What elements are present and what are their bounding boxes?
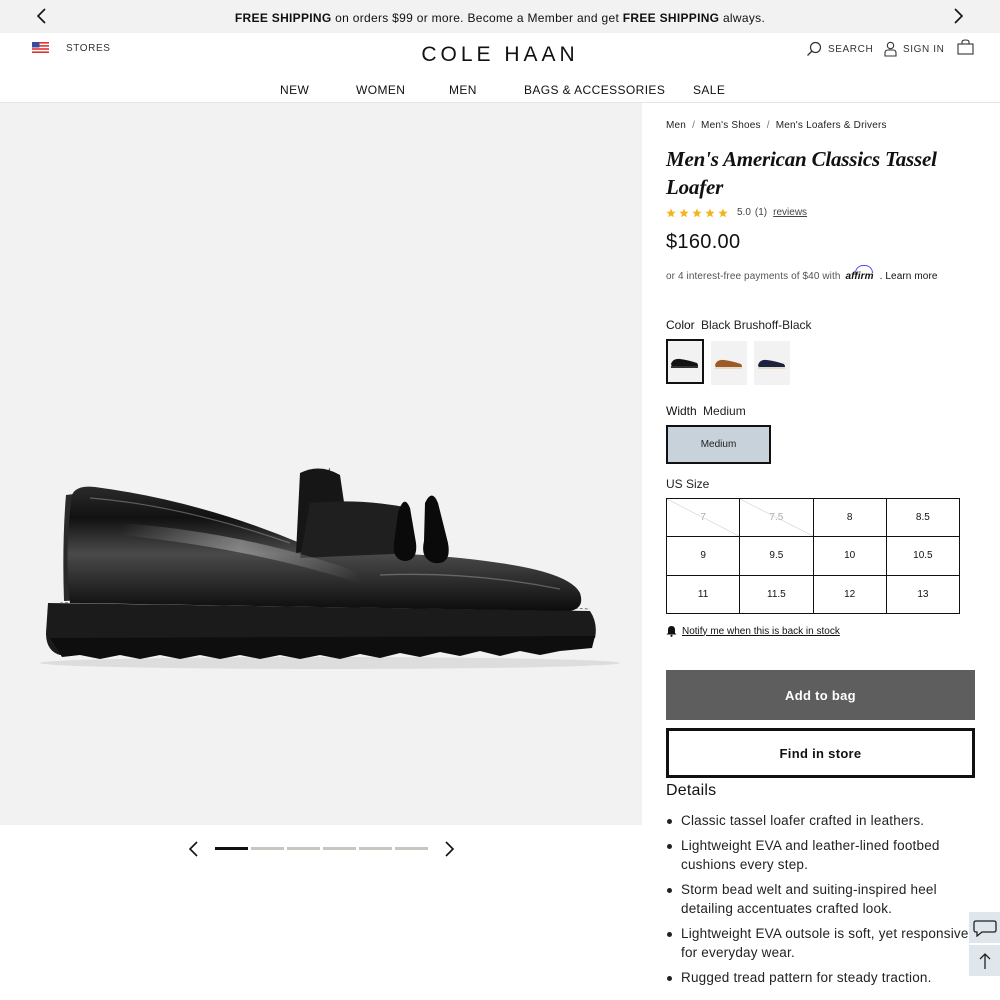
carousel-prev-icon[interactable] (185, 840, 203, 858)
shopping-bag-icon (957, 39, 974, 55)
details-list: Classic tassel loafer crafted in leather… (666, 811, 976, 992)
affirm-text: or 4 interest-free payments of $40 with (666, 271, 841, 282)
bag-button[interactable] (957, 39, 974, 55)
product-title: Men's American Classics Tassel Loafer (666, 147, 937, 199)
main-nav: NEW WOMEN MEN BAGS & ACCESSORIES SALE (0, 83, 1000, 99)
rating-count: (1) (754, 207, 768, 218)
details-item: Rugged tread pattern for steady traction… (666, 968, 976, 988)
black-loafer-thumbnail (671, 358, 698, 368)
notify-back-in-stock[interactable]: Notify me when this is back in stock (666, 625, 840, 637)
nav-item-sale[interactable]: SALE (693, 83, 725, 97)
size-option[interactable]: 9.5 (740, 537, 814, 576)
carousel-dot[interactable] (359, 847, 392, 850)
swatch-black[interactable] (666, 339, 704, 384)
star-icon (692, 208, 702, 217)
size-option[interactable]: 13 (886, 575, 960, 614)
promo-bar: FREE SHIPPING on orders $99 or more. Bec… (0, 0, 1000, 33)
star-icon (679, 208, 689, 217)
carousel-dot[interactable] (215, 847, 248, 850)
carousel-dot[interactable] (323, 847, 356, 850)
chevron-right-icon[interactable] (948, 6, 968, 26)
product-price: $160.00 (666, 231, 741, 253)
nav-item-new[interactable]: NEW (280, 83, 309, 97)
search-label: SEARCH (828, 43, 874, 55)
chat-bubble-icon (972, 919, 997, 937)
nav-item-bags-accessories[interactable]: BAGS & ACCESSORIES (524, 83, 665, 97)
details-item: Lightweight EVA outsole is soft, yet res… (666, 924, 976, 963)
swatch-navy[interactable] (754, 341, 790, 385)
notify-label: Notify me when this is back in stock (682, 625, 840, 637)
breadcrumb: Men / Men's Shoes / Men's Loafers & Drivers (666, 120, 887, 131)
nav-item-men[interactable]: MEN (449, 83, 477, 97)
details-heading: Details (666, 782, 717, 799)
tan-loafer-thumbnail (715, 359, 742, 369)
affirm-message: or 4 interest-free payments of $40 with … (666, 265, 938, 282)
affirm-learn-more-link[interactable]: . Learn more (880, 271, 938, 282)
width-label: Width Medium (666, 404, 746, 418)
carousel-dot[interactable] (395, 847, 428, 850)
affirm-logo: affirm (845, 265, 874, 282)
size-option[interactable]: 11.5 (740, 575, 814, 614)
color-swatches (666, 339, 790, 385)
promo-message[interactable]: FREE SHIPPING on orders $99 or more. Bec… (0, 11, 1000, 25)
bell-icon (666, 626, 677, 637)
chat-button[interactable] (969, 912, 1000, 943)
back-to-top-button[interactable] (969, 945, 1000, 976)
width-value: Medium (703, 404, 746, 418)
size-label: US Size (666, 477, 710, 491)
swatch-tan[interactable] (711, 341, 747, 385)
breadcrumb-mens-shoes[interactable]: Men's Shoes (701, 120, 761, 131)
search-icon (807, 41, 822, 56)
size-grid: 7 7.5 8 8.5 9 9.5 10 10.5 11 11.5 12 13 (666, 498, 960, 614)
add-to-bag-button[interactable]: Add to bag (666, 670, 975, 720)
details-item: Storm bead welt and suiting-inspired hee… (666, 880, 976, 919)
size-option[interactable]: 7.5 (740, 499, 814, 538)
search-button[interactable]: SEARCH (806, 41, 873, 57)
nav-item-women[interactable]: WOMEN (356, 83, 405, 97)
find-in-store-button[interactable]: Find in store (666, 728, 975, 778)
product-image (40, 467, 620, 669)
star-rating (666, 208, 728, 218)
color-label: Color Black Brushoff-Black (666, 318, 812, 332)
product-image-gallery[interactable] (0, 103, 642, 825)
breadcrumb-loafers-drivers[interactable]: Men's Loafers & Drivers (776, 120, 887, 131)
size-option[interactable]: 11 (667, 575, 741, 614)
image-carousel-controls (185, 838, 460, 860)
size-option[interactable]: 8 (813, 499, 887, 538)
details-item: Lightweight EVA and leather-lined footbe… (666, 836, 976, 875)
width-label-title: Width (666, 404, 697, 418)
width-option-medium[interactable]: Medium (666, 425, 771, 464)
details-item: Classic tassel loafer crafted in leather… (666, 811, 976, 831)
color-label-title: Color (666, 318, 695, 332)
arrow-up-icon (979, 952, 990, 969)
carousel-dot[interactable] (287, 847, 320, 850)
star-icon (666, 208, 676, 217)
size-option[interactable]: 7 (667, 499, 741, 538)
star-icon (718, 208, 728, 217)
carousel-dots (215, 847, 428, 850)
product-rating: 5.0 (1) reviews (666, 207, 807, 218)
breadcrumb-men[interactable]: Men (666, 120, 686, 131)
size-option[interactable]: 12 (813, 575, 887, 614)
color-value: Black Brushoff-Black (701, 318, 812, 332)
site-header: STORES COLE HAAN SEARCH SIGN IN NEW WOME… (0, 33, 1000, 103)
size-option[interactable]: 10.5 (886, 537, 960, 576)
user-icon (884, 41, 897, 57)
carousel-dot[interactable] (251, 847, 284, 850)
star-icon (705, 208, 715, 217)
size-option[interactable]: 10 (813, 537, 887, 576)
size-option[interactable]: 9 (667, 537, 741, 576)
size-option[interactable]: 8.5 (886, 499, 960, 538)
rating-value: 5.0 (737, 207, 751, 218)
carousel-next-icon[interactable] (440, 840, 458, 858)
navy-loafer-thumbnail (758, 359, 785, 369)
sign-in-label: SIGN IN (903, 43, 945, 55)
reviews-link[interactable]: reviews (773, 207, 807, 218)
sign-in-button[interactable]: SIGN IN (884, 41, 944, 57)
